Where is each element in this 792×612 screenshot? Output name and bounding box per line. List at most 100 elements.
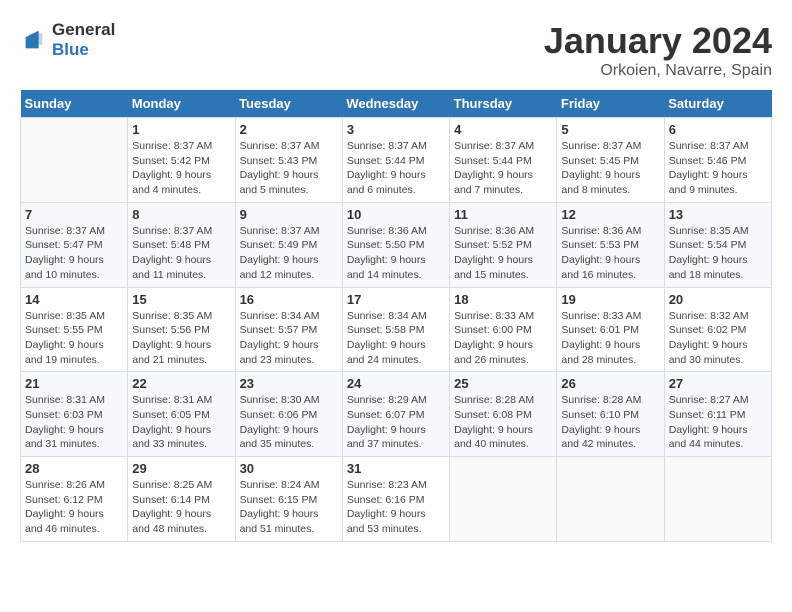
logo-text: General Blue — [52, 20, 115, 60]
calendar-header-row: SundayMondayTuesdayWednesdayThursdayFrid… — [21, 90, 772, 118]
day-number: 22 — [132, 376, 230, 391]
day-number: 21 — [25, 376, 123, 391]
day-info: Sunrise: 8:36 AMSunset: 5:52 PMDaylight:… — [454, 224, 552, 283]
day-number: 9 — [240, 207, 338, 222]
calendar-cell: 24 Sunrise: 8:29 AMSunset: 6:07 PMDayligh… — [342, 372, 449, 457]
day-number: 3 — [347, 122, 445, 137]
day-info: Sunrise: 8:31 AMSunset: 6:03 PMDaylight:… — [25, 393, 123, 452]
calendar-cell: 4Sunrise: 8:37 AMSunset: 5:44 PMDaylight… — [450, 118, 557, 203]
calendar-week-row: 28Sunrise: 8:26 AMSunset: 6:12 PMDayligh… — [21, 457, 772, 542]
day-number: 10 — [347, 207, 445, 222]
day-info: Sunrise: 8:37 AMSunset: 5:47 PMDaylight:… — [25, 224, 123, 283]
day-info: Sunrise: 8:37 AMSunset: 5:49 PMDaylight:… — [240, 224, 338, 283]
day-info: Sunrise: 8:37 AMSunset: 5:42 PMDaylight:… — [132, 139, 230, 198]
header: General Blue January 2024 Orkoien, Navar… — [20, 20, 772, 80]
day-info: Sunrise: 8:37 AMSunset: 5:45 PMDaylight:… — [561, 139, 659, 198]
calendar-week-row: 1Sunrise: 8:37 AMSunset: 5:42 PMDaylight… — [21, 118, 772, 203]
calendar-cell: 8 Sunrise: 8:37 AMSunset: 5:48 PMDaylight… — [128, 202, 235, 287]
calendar-week-row: 7 Sunrise: 8:37 AMSunset: 5:47 PMDaylight… — [21, 202, 772, 287]
day-number: 19 — [561, 292, 659, 307]
calendar-cell: 25Sunrise: 8:28 AMSunset: 6:08 PMDayligh… — [450, 372, 557, 457]
calendar-cell: 3 Sunrise: 8:37 AMSunset: 5:44 PMDaylight… — [342, 118, 449, 203]
day-info: Sunrise: 8:35 AMSunset: 5:55 PMDaylight:… — [25, 309, 123, 368]
calendar-week-row: 14 Sunrise: 8:35 AMSunset: 5:55 PMDayligh… — [21, 287, 772, 372]
title-area: January 2024 Orkoien, Navarre, Spain — [544, 20, 772, 80]
day-number: 18 — [454, 292, 552, 307]
calendar-cell: 17 Sunrise: 8:34 AMSunset: 5:58 PMDayligh… — [342, 287, 449, 372]
calendar-cell: 13 Sunrise: 8:35 AMSunset: 5:54 PMDayligh… — [664, 202, 771, 287]
calendar-subtitle: Orkoien, Navarre, Spain — [544, 62, 772, 80]
day-number: 7 — [25, 207, 123, 222]
calendar-cell: 11 Sunrise: 8:36 AMSunset: 5:52 PMDayligh… — [450, 202, 557, 287]
calendar-cell: 30 Sunrise: 8:24 AMSunset: 6:15 PMDayligh… — [235, 457, 342, 542]
calendar-table: SundayMondayTuesdayWednesdayThursdayFrid… — [20, 90, 772, 542]
logo: General Blue — [20, 20, 115, 60]
day-info: Sunrise: 8:33 AMSunset: 6:00 PMDaylight:… — [454, 309, 552, 368]
day-info: Sunrise: 8:35 AMSunset: 5:56 PMDaylight:… — [132, 309, 230, 368]
day-info: Sunrise: 8:24 AMSunset: 6:15 PMDaylight:… — [240, 478, 338, 537]
day-info: Sunrise: 8:30 AMSunset: 6:06 PMDaylight:… — [240, 393, 338, 452]
day-info: Sunrise: 8:23 AMSunset: 6:16 PMDaylight:… — [347, 478, 445, 537]
day-info: Sunrise: 8:35 AMSunset: 5:54 PMDaylight:… — [669, 224, 767, 283]
day-number: 29 — [132, 461, 230, 476]
day-info: Sunrise: 8:34 AMSunset: 5:57 PMDaylight:… — [240, 309, 338, 368]
day-info: Sunrise: 8:37 AMSunset: 5:43 PMDaylight:… — [240, 139, 338, 198]
logo-general: General — [52, 20, 115, 39]
day-number: 24 — [347, 376, 445, 391]
day-number: 13 — [669, 207, 767, 222]
logo-blue: Blue — [52, 40, 89, 59]
calendar-cell: 23 Sunrise: 8:30 AMSunset: 6:06 PMDayligh… — [235, 372, 342, 457]
day-number: 6 — [669, 122, 767, 137]
day-info: Sunrise: 8:36 AMSunset: 5:53 PMDaylight:… — [561, 224, 659, 283]
day-number: 23 — [240, 376, 338, 391]
column-header-saturday: Saturday — [664, 90, 771, 118]
column-header-tuesday: Tuesday — [235, 90, 342, 118]
day-info: Sunrise: 8:34 AMSunset: 5:58 PMDaylight:… — [347, 309, 445, 368]
day-info: Sunrise: 8:31 AMSunset: 6:05 PMDaylight:… — [132, 393, 230, 452]
calendar-cell: 29Sunrise: 8:25 AMSunset: 6:14 PMDayligh… — [128, 457, 235, 542]
column-header-sunday: Sunday — [21, 90, 128, 118]
calendar-cell — [450, 457, 557, 542]
day-number: 25 — [454, 376, 552, 391]
day-info: Sunrise: 8:37 AMSunset: 5:48 PMDaylight:… — [132, 224, 230, 283]
calendar-title: January 2024 — [544, 20, 772, 62]
day-number: 26 — [561, 376, 659, 391]
calendar-cell: 14 Sunrise: 8:35 AMSunset: 5:55 PMDayligh… — [21, 287, 128, 372]
calendar-cell: 7 Sunrise: 8:37 AMSunset: 5:47 PMDaylight… — [21, 202, 128, 287]
calendar-cell: 21 Sunrise: 8:31 AMSunset: 6:03 PMDayligh… — [21, 372, 128, 457]
calendar-cell: 15Sunrise: 8:35 AMSunset: 5:56 PMDayligh… — [128, 287, 235, 372]
day-info: Sunrise: 8:37 AMSunset: 5:44 PMDaylight:… — [454, 139, 552, 198]
calendar-cell: 20Sunrise: 8:32 AMSunset: 6:02 PMDayligh… — [664, 287, 771, 372]
calendar-cell: 9 Sunrise: 8:37 AMSunset: 5:49 PMDaylight… — [235, 202, 342, 287]
calendar-cell: 12 Sunrise: 8:36 AMSunset: 5:53 PMDayligh… — [557, 202, 664, 287]
day-number: 30 — [240, 461, 338, 476]
day-info: Sunrise: 8:36 AMSunset: 5:50 PMDaylight:… — [347, 224, 445, 283]
day-number: 17 — [347, 292, 445, 307]
day-number: 20 — [669, 292, 767, 307]
day-number: 27 — [669, 376, 767, 391]
logo-icon — [20, 26, 48, 54]
calendar-cell: 2Sunrise: 8:37 AMSunset: 5:43 PMDaylight… — [235, 118, 342, 203]
day-info: Sunrise: 8:28 AMSunset: 6:10 PMDaylight:… — [561, 393, 659, 452]
day-info: Sunrise: 8:37 AMSunset: 5:44 PMDaylight:… — [347, 139, 445, 198]
calendar-cell: 28Sunrise: 8:26 AMSunset: 6:12 PMDayligh… — [21, 457, 128, 542]
day-info: Sunrise: 8:33 AMSunset: 6:01 PMDaylight:… — [561, 309, 659, 368]
calendar-cell: 26 Sunrise: 8:28 AMSunset: 6:10 PMDayligh… — [557, 372, 664, 457]
day-number: 11 — [454, 207, 552, 222]
day-number: 12 — [561, 207, 659, 222]
day-number: 14 — [25, 292, 123, 307]
day-info: Sunrise: 8:27 AMSunset: 6:11 PMDaylight:… — [669, 393, 767, 452]
calendar-cell — [664, 457, 771, 542]
day-info: Sunrise: 8:26 AMSunset: 6:12 PMDaylight:… — [25, 478, 123, 537]
day-number: 8 — [132, 207, 230, 222]
calendar-cell: 10 Sunrise: 8:36 AMSunset: 5:50 PMDayligh… — [342, 202, 449, 287]
column-header-friday: Friday — [557, 90, 664, 118]
day-info: Sunrise: 8:29 AMSunset: 6:07 PMDaylight:… — [347, 393, 445, 452]
calendar-cell: 22 Sunrise: 8:31 AMSunset: 6:05 PMDayligh… — [128, 372, 235, 457]
day-info: Sunrise: 8:37 AMSunset: 5:46 PMDaylight:… — [669, 139, 767, 198]
calendar-cell: 19 Sunrise: 8:33 AMSunset: 6:01 PMDayligh… — [557, 287, 664, 372]
calendar-week-row: 21 Sunrise: 8:31 AMSunset: 6:03 PMDayligh… — [21, 372, 772, 457]
calendar-cell: 31Sunrise: 8:23 AMSunset: 6:16 PMDayligh… — [342, 457, 449, 542]
calendar-cell — [21, 118, 128, 203]
calendar-cell: 5Sunrise: 8:37 AMSunset: 5:45 PMDaylight… — [557, 118, 664, 203]
